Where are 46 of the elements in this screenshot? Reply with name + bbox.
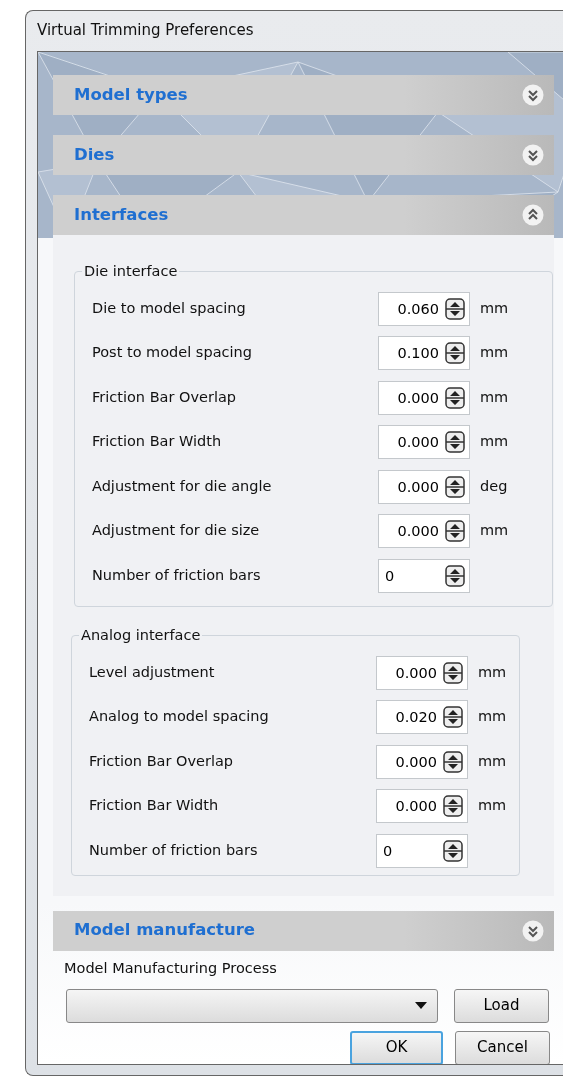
unit-label: mm [480,343,509,363]
dialog-button[interactable]: Cancel [455,1030,550,1064]
field-label: Level adjustment [89,662,216,682]
caret-icon [415,1001,427,1010]
unit-label: mm [480,432,509,452]
field-label: Friction Bar Width [92,432,223,452]
dropdown-field[interactable] [66,988,438,1023]
field-label: Friction Bar Overlap [92,387,238,407]
spin-buttons-icon[interactable] [445,431,465,454]
unit-label: mm [478,662,507,682]
spin-buttons-icon[interactable] [443,839,463,862]
spin-buttons-icon[interactable] [445,564,465,587]
load-button[interactable]: Load [454,988,549,1023]
spin-buttons-icon[interactable] [443,661,463,684]
field-label: Adjustment for die size [92,521,261,541]
field-label: Friction Bar Width [89,796,220,816]
spin-buttons-icon[interactable] [445,520,465,543]
field-label: Adjustment for die angle [92,476,273,496]
field-label: Die to model spacing [92,298,247,318]
window-title: Virtual Trimming Preferences [36,20,255,41]
unit-label: mm [478,751,507,771]
unit-label: mm [478,796,507,816]
field-label: Number of friction bars [92,565,262,585]
double-chevron-down-icon[interactable] [522,919,544,942]
unit-label: mm [480,521,509,541]
field-label: Friction Bar Overlap [89,751,235,771]
field-label: Model Manufacturing Process [64,958,278,978]
spin-buttons-icon[interactable] [445,386,465,409]
spin-buttons-icon[interactable] [443,795,463,818]
unit-label: mm [480,387,509,407]
spin-buttons-icon[interactable] [445,342,465,365]
field-label: Analog to model spacing [89,707,270,727]
field-label: Post to model spacing [92,343,253,363]
spin-buttons-icon[interactable] [445,475,465,498]
dialog-button[interactable]: OK [350,1030,443,1064]
spin-buttons-icon[interactable] [443,750,463,773]
double-chevron-down-icon[interactable] [522,84,544,106]
spin-buttons-icon[interactable] [445,297,465,320]
group-title: Analog interface [79,626,203,645]
spin-buttons-icon[interactable] [443,706,463,729]
double-chevron-up-icon[interactable] [522,204,544,226]
field-label: Number of friction bars [89,840,259,860]
unit-label: mm [480,298,509,318]
double-chevron-down-icon[interactable] [522,144,544,166]
unit-label: deg [480,476,508,496]
unit-label: mm [478,707,507,727]
